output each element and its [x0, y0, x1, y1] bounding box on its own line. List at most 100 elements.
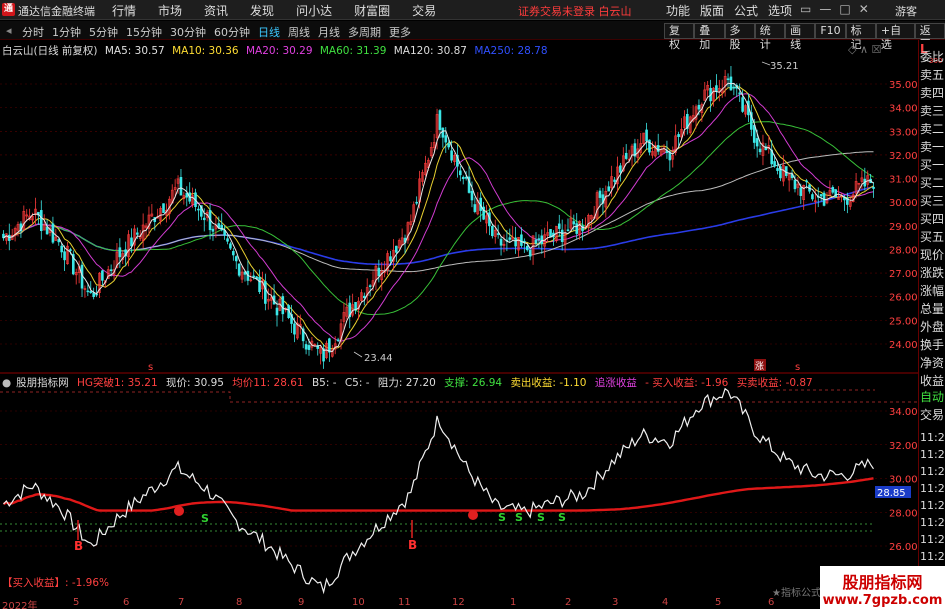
panel-item[interactable]: 外盘: [920, 318, 945, 337]
candle-body: [464, 176, 468, 179]
price-axis-label: 35.00: [889, 80, 918, 91]
high-pointer: [761, 61, 771, 66]
candle-body: [572, 221, 576, 225]
panel-item[interactable]: 买三: [920, 192, 945, 211]
candle-body: [819, 194, 823, 197]
candle-body: [162, 203, 165, 213]
price-axis-label: 31.00: [889, 175, 918, 186]
candle-body: [377, 267, 381, 277]
candle-body: [619, 165, 622, 173]
price-axis-label: 30.00: [889, 198, 918, 209]
panel-item[interactable]: 换手: [920, 336, 945, 355]
candle-body: [39, 210, 43, 232]
date-tick: 9: [298, 597, 305, 608]
panel-item[interactable]: 卖一: [920, 138, 945, 157]
candle-body: [118, 247, 122, 258]
indicator-name[interactable]: 股朋指标网: [16, 377, 69, 389]
candle-body: [101, 270, 104, 281]
sell-marks: S S S S S: [201, 511, 566, 525]
candle-body: [598, 190, 602, 198]
buy-gain-label: - 买入收益: -1.96: [645, 377, 729, 389]
candle-body: [732, 86, 736, 89]
date-tick: 5: [715, 597, 722, 608]
formula-note[interactable]: ★指标公式: [772, 584, 821, 599]
ma120-line: [3, 151, 874, 273]
candle-body: [793, 179, 797, 190]
candle-body: [109, 269, 113, 272]
sell-mark-4: S: [537, 511, 545, 524]
candle-body: [69, 249, 72, 252]
sell-mark-3: S: [515, 511, 523, 524]
candle-body: [179, 177, 183, 196]
candle-body: [557, 223, 561, 229]
resistance-dash-line: [0, 391, 918, 403]
candle-body: [549, 229, 552, 238]
candle-body: [540, 235, 544, 245]
chase-gain-label: 追涨收益: [594, 377, 637, 389]
panel-item[interactable]: 净资: [920, 354, 945, 373]
panel-item[interactable]: 买五: [920, 228, 945, 247]
panel-item[interactable]: 卖四: [920, 84, 945, 103]
date-tick: 3: [612, 597, 619, 608]
indicator-price-axis: 34.00 32.00 30.00 28.00 26.00: [889, 407, 918, 553]
indicator-axis-label: 30.00: [889, 475, 918, 486]
indicator-axis-label: 34.00: [889, 407, 918, 418]
candle-body: [202, 217, 206, 221]
indicator-header: ● 股朋指标网 HG突破1: 35.21 现价: 30.95 均价11: 28.6…: [2, 375, 818, 390]
charts-canvas[interactable]: 35.00 34.00 33.00 32.00 31.00 30.00 29.00 28.00…: [0, 0, 918, 609]
candle-body: [473, 204, 477, 212]
panel-item[interactable]: 现价: [920, 246, 945, 265]
support-label: 支撑: 26.94: [444, 377, 503, 389]
hg-break-label: HG突破1: 35.21: [77, 377, 158, 389]
sell-mark-2: S: [498, 511, 506, 524]
indicator-icon[interactable]: ●: [2, 377, 11, 389]
s-mark-main-2: s: [795, 362, 800, 373]
low-pointer: [353, 351, 363, 358]
sell-ball-icon-1: [174, 506, 184, 516]
indicator-axis-label: 32.00: [889, 441, 918, 452]
candle-body: [784, 166, 788, 176]
date-tick: 2: [565, 597, 572, 608]
panel-item[interactable]: 涨幅: [920, 282, 945, 301]
candle-body: [307, 345, 311, 350]
panel-item[interactable]: 卖二: [920, 120, 945, 139]
panel-trade[interactable]: 交易: [920, 406, 945, 425]
panel-item[interactable]: 买四: [920, 210, 945, 229]
sell-mark-1: S: [201, 512, 209, 525]
price-axis-label: 29.00: [889, 222, 918, 233]
candle-body: [715, 85, 718, 93]
price-axis-label: 26.00: [889, 293, 918, 304]
buy-mark-1: B: [74, 539, 83, 553]
ma-lines: [3, 86, 874, 350]
panel-auto[interactable]: 自动: [920, 388, 945, 407]
panel-item[interactable]: 总量: [920, 300, 945, 319]
candle-body: [328, 338, 331, 353]
price-axis-label: 24.00: [889, 340, 918, 351]
candle-body: [799, 187, 803, 196]
date-tick: 4: [662, 597, 669, 608]
panel-item[interactable]: 卖五: [920, 66, 945, 85]
panel-item[interactable]: 买一: [920, 156, 945, 175]
candle-body: [525, 245, 529, 251]
tool-back-button[interactable]: 返回: [914, 23, 945, 51]
panel-item[interactable]: 涨跌: [920, 264, 945, 283]
main-price-axis: 35.00 34.00 33.00 32.00 31.00 30.00 29.00 28.00…: [889, 80, 918, 351]
panel-item[interactable]: 卖三: [920, 102, 945, 121]
indicator-axis-label: 28.00: [889, 508, 918, 519]
s-mark-main-1: s: [148, 362, 153, 373]
candle-body: [86, 290, 90, 293]
candle-body: [304, 344, 308, 350]
candle-body: [389, 256, 392, 262]
c5-label: C5: -: [344, 377, 370, 389]
candle-body: [362, 295, 366, 299]
trade-gain-label: 买卖收益: -0.87: [736, 377, 813, 389]
panel-item[interactable]: 买二: [920, 174, 945, 193]
candle-body: [229, 243, 232, 249]
indicator-axis-label: 26.00: [889, 542, 918, 553]
candle-body: [368, 285, 372, 287]
candle-body: [811, 194, 814, 200]
candle-body: [281, 296, 285, 315]
candle-body: [520, 234, 523, 246]
candle-body: [566, 229, 570, 232]
panel-item[interactable]: 委比: [920, 48, 945, 67]
